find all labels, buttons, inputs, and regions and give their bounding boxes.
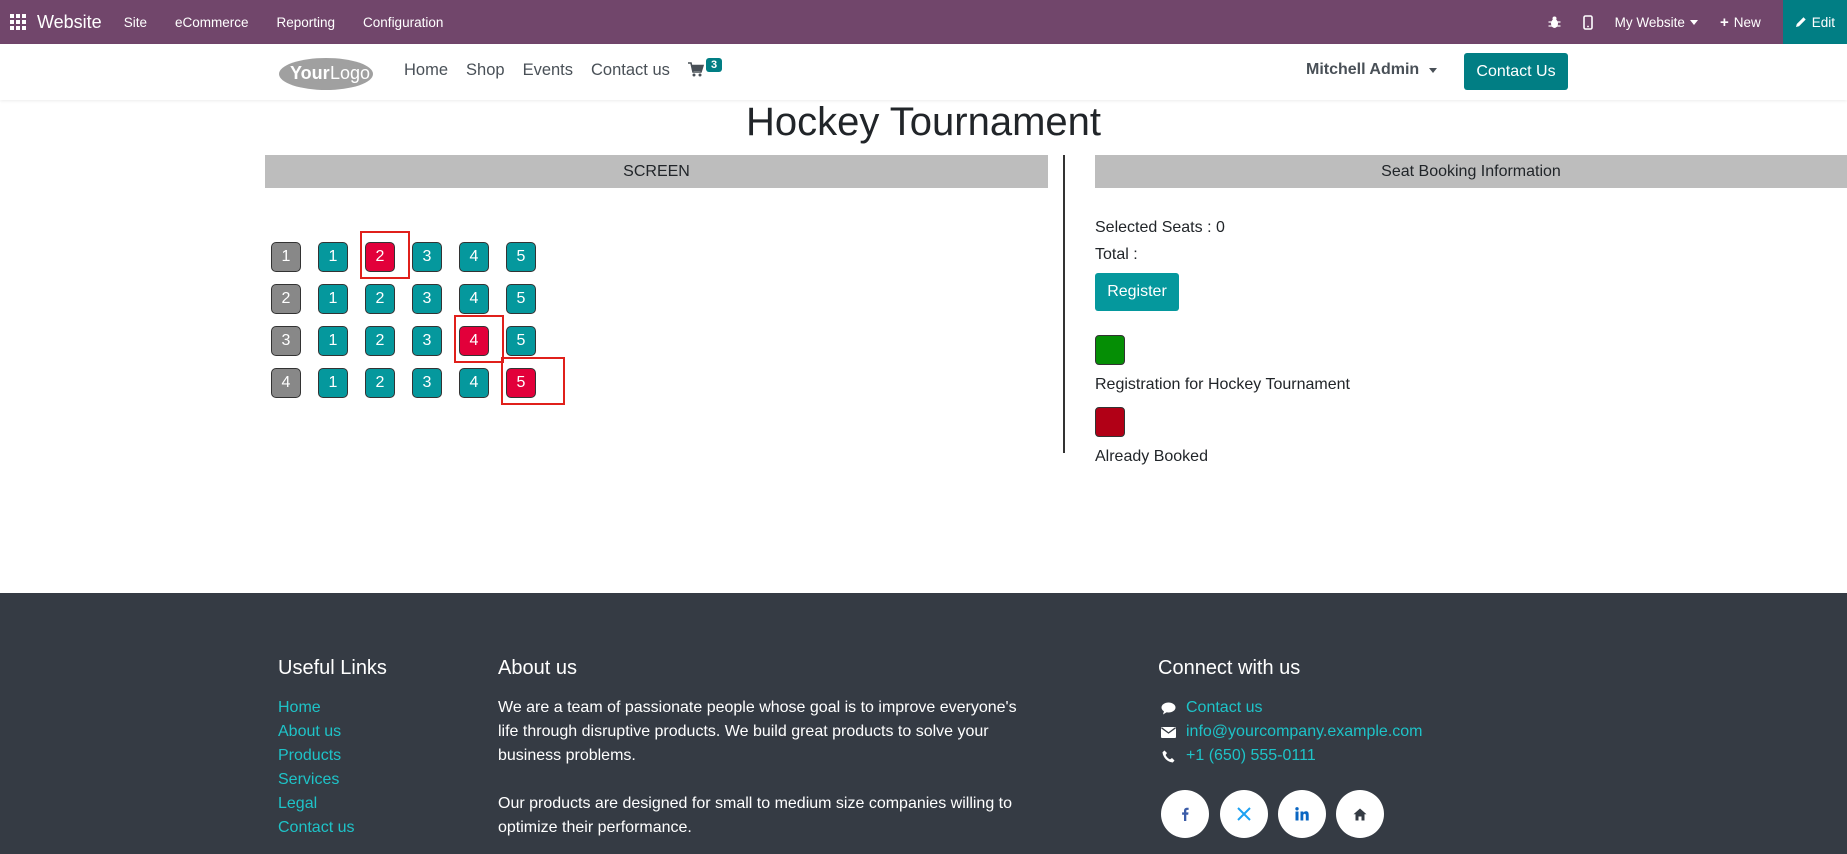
admin-menu-site[interactable]: Site bbox=[124, 15, 147, 30]
seat-available[interactable]: 1 bbox=[318, 242, 348, 272]
nav-shop[interactable]: Shop bbox=[466, 61, 505, 80]
seat-booking-info-bar: Seat Booking Information bbox=[1095, 155, 1847, 188]
footer-link-about-us[interactable]: About us bbox=[278, 723, 341, 741]
screen-bar: SCREEN bbox=[265, 155, 1048, 188]
svg-text:Logo: Logo bbox=[330, 63, 370, 83]
nav-events[interactable]: Events bbox=[523, 61, 573, 80]
legend-booked-label: Already Booked bbox=[1095, 448, 1208, 465]
seat-available[interactable]: 2 bbox=[365, 368, 395, 398]
seat-available[interactable]: 4 bbox=[459, 284, 489, 314]
chevron-down-icon bbox=[1429, 67, 1438, 73]
new-button-label: New bbox=[1733, 14, 1761, 30]
seat-available[interactable]: 3 bbox=[412, 368, 442, 398]
seat-available[interactable]: 1 bbox=[318, 326, 348, 356]
about-us-line: life through disruptive products. We bui… bbox=[498, 723, 989, 740]
pencil-icon bbox=[1795, 17, 1806, 27]
home-social-button[interactable] bbox=[1336, 790, 1384, 838]
about-us-line: Our products are designed for small to m… bbox=[498, 795, 1013, 812]
website-selector[interactable]: My Website bbox=[1615, 15, 1698, 30]
new-button[interactable]: + New bbox=[1720, 14, 1761, 31]
admin-brand[interactable]: Website bbox=[37, 12, 102, 33]
facebook-button[interactable] bbox=[1161, 790, 1209, 838]
mobile-preview-icon[interactable] bbox=[1582, 14, 1593, 30]
contact-us-button[interactable]: Contact Us bbox=[1464, 53, 1568, 90]
seat-available[interactable]: 3 bbox=[412, 326, 442, 356]
row-label: 1 bbox=[271, 242, 301, 272]
vertical-divider bbox=[1063, 155, 1065, 453]
page-title: Hockey Tournament bbox=[746, 100, 1101, 144]
seat-available[interactable]: 1 bbox=[318, 368, 348, 398]
main-nav: Home Shop Events Contact us bbox=[404, 61, 688, 80]
seat-available[interactable]: 5 bbox=[506, 326, 536, 356]
seat-booked: 4 bbox=[459, 326, 489, 356]
footer-phone-link[interactable]: +1 (650) 555-0111 bbox=[1186, 747, 1316, 765]
footer-link-services[interactable]: Services bbox=[278, 771, 339, 789]
about-us-line: business problems. bbox=[498, 747, 636, 764]
seat-available[interactable]: 3 bbox=[412, 284, 442, 314]
website-selector-label: My Website bbox=[1614, 14, 1685, 30]
edit-button-label: Edit bbox=[1811, 14, 1835, 30]
cart-count-badge: 3 bbox=[706, 58, 723, 72]
admin-bar-right: My Website + New Edit bbox=[1548, 0, 1847, 44]
facebook-icon bbox=[1182, 807, 1189, 821]
seat-available[interactable]: 5 bbox=[506, 284, 536, 314]
about-us-line: We are a team of passionate people whose… bbox=[498, 699, 1017, 716]
about-us-title: About us bbox=[498, 657, 577, 679]
total-text: Total : bbox=[1095, 246, 1138, 263]
admin-bar: Website Site eCommerce Reporting Configu… bbox=[0, 0, 1847, 44]
svg-text:Your: Your bbox=[290, 63, 330, 83]
connect-title: Connect with us bbox=[1158, 657, 1301, 679]
chat-bubble-icon bbox=[1160, 700, 1176, 716]
seat-available[interactable]: 1 bbox=[318, 284, 348, 314]
about-us-line: optimize their performance. bbox=[498, 819, 692, 836]
envelope-icon bbox=[1160, 724, 1176, 740]
cart-icon[interactable] bbox=[688, 62, 705, 82]
seat-available[interactable]: 5 bbox=[506, 242, 536, 272]
x-icon bbox=[1237, 807, 1251, 821]
company-logo[interactable]: Your Logo bbox=[278, 52, 374, 92]
user-name: Mitchell Admin bbox=[1306, 61, 1420, 78]
seat-available[interactable]: 4 bbox=[459, 368, 489, 398]
admin-menu-ecommerce[interactable]: eCommerce bbox=[175, 15, 249, 30]
seat-booked: 5 bbox=[506, 368, 536, 398]
x-twitter-button[interactable] bbox=[1220, 790, 1268, 838]
linkedin-button[interactable] bbox=[1278, 790, 1326, 838]
footer-link-home[interactable]: Home bbox=[278, 699, 321, 717]
apps-grid-icon bbox=[10, 14, 26, 30]
seat-available[interactable]: 2 bbox=[365, 284, 395, 314]
chevron-down-icon bbox=[1689, 19, 1698, 25]
seat-available[interactable]: 3 bbox=[412, 242, 442, 272]
linkedin-icon bbox=[1295, 807, 1309, 821]
useful-links-title: Useful Links bbox=[278, 657, 387, 679]
register-button[interactable]: Register bbox=[1095, 273, 1179, 311]
home-icon bbox=[1353, 808, 1367, 820]
apps-menu-button[interactable] bbox=[0, 0, 36, 44]
seat-available[interactable]: 2 bbox=[365, 326, 395, 356]
admin-menu-configuration[interactable]: Configuration bbox=[363, 15, 443, 30]
row-label: 4 bbox=[271, 368, 301, 398]
selected-seats-text: Selected Seats : 0 bbox=[1095, 219, 1225, 236]
legend-booked-swatch bbox=[1095, 407, 1125, 437]
legend-available-label: Registration for Hockey Tournament bbox=[1095, 376, 1350, 393]
footer-link-contact-us[interactable]: Contact us bbox=[278, 819, 354, 837]
edit-button[interactable]: Edit bbox=[1782, 0, 1847, 44]
footer-link-products[interactable]: Products bbox=[278, 747, 341, 765]
footer-contact-link[interactable]: Contact us bbox=[1186, 699, 1262, 717]
plus-icon: + bbox=[1719, 13, 1729, 31]
nav-home[interactable]: Home bbox=[404, 61, 448, 80]
seat-available[interactable]: 4 bbox=[459, 242, 489, 272]
user-menu[interactable]: Mitchell Admin bbox=[1306, 61, 1438, 79]
admin-menu-reporting[interactable]: Reporting bbox=[277, 15, 336, 30]
footer-link-legal[interactable]: Legal bbox=[278, 795, 317, 813]
phone-icon bbox=[1160, 748, 1176, 764]
site-header: Your Logo Home Shop Events Contact us 3 … bbox=[0, 44, 1847, 100]
row-label: 2 bbox=[271, 284, 301, 314]
seat-booked: 2 bbox=[365, 242, 395, 272]
debug-bug-icon[interactable] bbox=[1548, 16, 1561, 29]
legend-available-swatch bbox=[1095, 335, 1125, 365]
row-label: 3 bbox=[271, 326, 301, 356]
footer-email-link[interactable]: info@yourcompany.example.com bbox=[1186, 723, 1423, 741]
nav-contact-us[interactable]: Contact us bbox=[591, 61, 670, 80]
